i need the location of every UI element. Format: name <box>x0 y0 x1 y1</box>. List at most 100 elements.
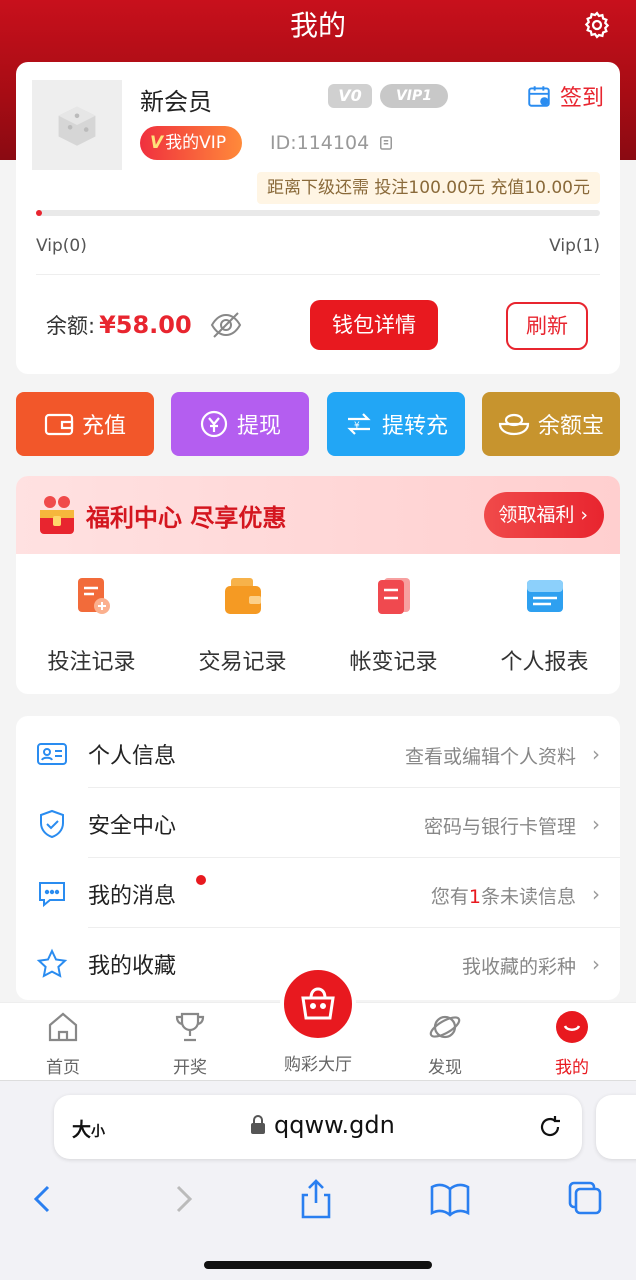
unread-suffix: 条未读信息 <box>480 886 576 908</box>
share-icon[interactable] <box>294 1179 338 1219</box>
transaction-record-item[interactable]: 交易记录 <box>167 576 318 676</box>
bookmarks-icon[interactable] <box>428 1179 472 1219</box>
account-change-icon <box>377 578 410 614</box>
star-icon <box>36 948 68 978</box>
tab-lottery-hall[interactable]: 购彩大厅 <box>268 966 368 1075</box>
signin-button[interactable]: 签到 <box>526 80 604 112</box>
chevron-right-icon: › <box>592 812 600 836</box>
recharge-label: 充值 <box>81 414 126 439</box>
settings-menu: 个人信息 查看或编辑个人资料 › 安全中心 密码与银行卡管理 › 我的消息 您有… <box>16 716 620 1000</box>
chevron-right-icon: › <box>592 742 600 766</box>
vip-badge: VIP1 <box>380 84 448 108</box>
menu-desc: 密码与银行卡管理 <box>423 816 576 838</box>
vip-progress-bar <box>36 210 600 216</box>
member-card: 新会员 V0 VIP1 签到 V 我的VIP ID:114104 距离下级还需 投… <box>16 62 620 374</box>
claim-welfare-button[interactable]: 领取福利 › <box>484 492 604 538</box>
unread-dot <box>196 875 206 885</box>
transfer-recharge-label: 提转充 <box>381 414 448 439</box>
welfare-banner: 福利中心 尽享优惠 领取福利 › <box>16 476 620 554</box>
dice-icon <box>58 106 96 146</box>
calendar-icon <box>528 86 550 107</box>
menu-desc: 查看或编辑个人资料 <box>404 746 576 768</box>
tab-label: 发现 <box>428 1058 462 1078</box>
svg-text:¥: ¥ <box>354 421 360 431</box>
gear-icon[interactable] <box>582 10 612 40</box>
tab-label: 开奖 <box>173 1058 207 1078</box>
my-vip-button[interactable]: V 我的VIP <box>140 126 243 160</box>
url-text: qqww.gdn <box>274 1111 395 1139</box>
vip-progress-fill <box>36 210 42 216</box>
withdraw-button[interactable]: 提现 <box>171 392 309 456</box>
balance-label: 余额: <box>46 314 96 338</box>
bet-record-label: 投注记录 <box>47 650 136 675</box>
menu-item-my-messages[interactable]: 我的消息 您有1条未读信息 › <box>16 858 620 928</box>
avatar[interactable] <box>32 80 122 170</box>
text-size-button[interactable]: 大小 <box>72 1115 105 1142</box>
trophy-icon <box>175 1012 205 1042</box>
menu-title: 安全中心 <box>88 814 177 839</box>
page-title: 我的 <box>289 9 346 42</box>
url-display: qqww.gdn <box>250 1111 395 1139</box>
menu-title: 个人信息 <box>88 744 177 769</box>
personal-report-item[interactable]: 个人报表 <box>469 576 620 676</box>
wallet-icon <box>44 413 74 436</box>
my-vip-label: 我的VIP <box>165 133 227 153</box>
account-change-item[interactable]: 帐变记录 <box>318 576 469 676</box>
personal-report-icon <box>526 580 563 612</box>
yuebao-button[interactable]: 余额宝 <box>482 392 620 456</box>
claim-welfare-label: 领取福利 <box>498 504 575 526</box>
divider <box>36 274 600 275</box>
user-id-text: ID:114104 <box>270 132 370 154</box>
wallet-details-button[interactable]: 钱包详情 <box>310 300 438 350</box>
level-badge: V0 <box>328 84 372 108</box>
tab-label: 我的 <box>555 1058 589 1078</box>
vip-next-level: Vip(1) <box>549 236 600 256</box>
yuebao-label: 余额宝 <box>537 414 604 439</box>
yen-withdraw-icon <box>200 410 228 438</box>
welfare-title: 福利中心 尽享优惠 <box>86 504 287 532</box>
tab-label: 首页 <box>46 1058 80 1078</box>
tab-home[interactable]: 首页 <box>13 1009 113 1078</box>
text-size-small: 小 <box>91 1124 106 1140</box>
refresh-button[interactable]: 刷新 <box>506 302 588 350</box>
vip-v-mark: V <box>150 133 164 153</box>
next-level-requirement: 距离下级还需 投注100.00元 充值10.00元 <box>257 172 600 204</box>
menu-item-security-center[interactable]: 安全中心 密码与银行卡管理 › <box>16 788 620 858</box>
signin-label: 签到 <box>559 86 604 111</box>
next-tab-preview[interactable] <box>596 1095 636 1159</box>
tab-mine[interactable]: 我的 <box>522 1009 622 1078</box>
smile-icon <box>556 1011 588 1043</box>
bet-record-item[interactable]: 投注记录 <box>16 576 167 676</box>
back-icon[interactable] <box>22 1179 66 1219</box>
recharge-button[interactable]: 充值 <box>16 392 154 456</box>
reload-icon[interactable] <box>536 1113 564 1141</box>
menu-title: 我的消息 <box>88 884 177 909</box>
copy-icon[interactable] <box>377 134 395 152</box>
transaction-record-label: 交易记录 <box>198 650 287 675</box>
browser-toolbar: 大小 qqww.gdn <box>0 1080 636 1280</box>
welfare-center-card: 福利中心 尽享优惠 领取福利 › 投注记录 交易记录 帐变记录 个人报表 <box>16 476 620 694</box>
tab-discover[interactable]: 发现 <box>395 1009 495 1078</box>
transfer-recharge-button[interactable]: ¥ 提转充 <box>327 392 465 456</box>
account-change-label: 帐变记录 <box>349 650 438 675</box>
transfer-icon: ¥ <box>347 413 371 435</box>
balance: 余额: ¥58.00 <box>46 310 242 340</box>
address-bar[interactable]: 大小 qqww.gdn <box>54 1095 582 1159</box>
lottery-hall-button <box>280 966 356 1042</box>
withdraw-label: 提现 <box>236 414 281 439</box>
tabs-icon[interactable] <box>564 1179 608 1219</box>
eye-hidden-icon[interactable] <box>210 311 242 339</box>
username: 新会员 <box>140 88 212 116</box>
vip-current-level: Vip(0) <box>36 236 87 256</box>
unread-count: 1 <box>468 886 481 908</box>
action-buttons: 充值 提现 ¥ 提转充 余额宝 <box>16 392 620 458</box>
chevron-right-icon: › <box>592 952 600 976</box>
tab-label: 购彩大厅 <box>284 1055 352 1075</box>
tab-lottery-results[interactable]: 开奖 <box>140 1009 240 1078</box>
menu-item-personal-info[interactable]: 个人信息 查看或编辑个人资料 › <box>16 718 620 788</box>
chevron-right-icon: › <box>580 504 588 526</box>
forward-icon[interactable] <box>160 1179 204 1219</box>
message-icon <box>39 882 65 908</box>
id-card-icon <box>37 743 67 765</box>
user-id: ID:114104 <box>270 132 395 154</box>
